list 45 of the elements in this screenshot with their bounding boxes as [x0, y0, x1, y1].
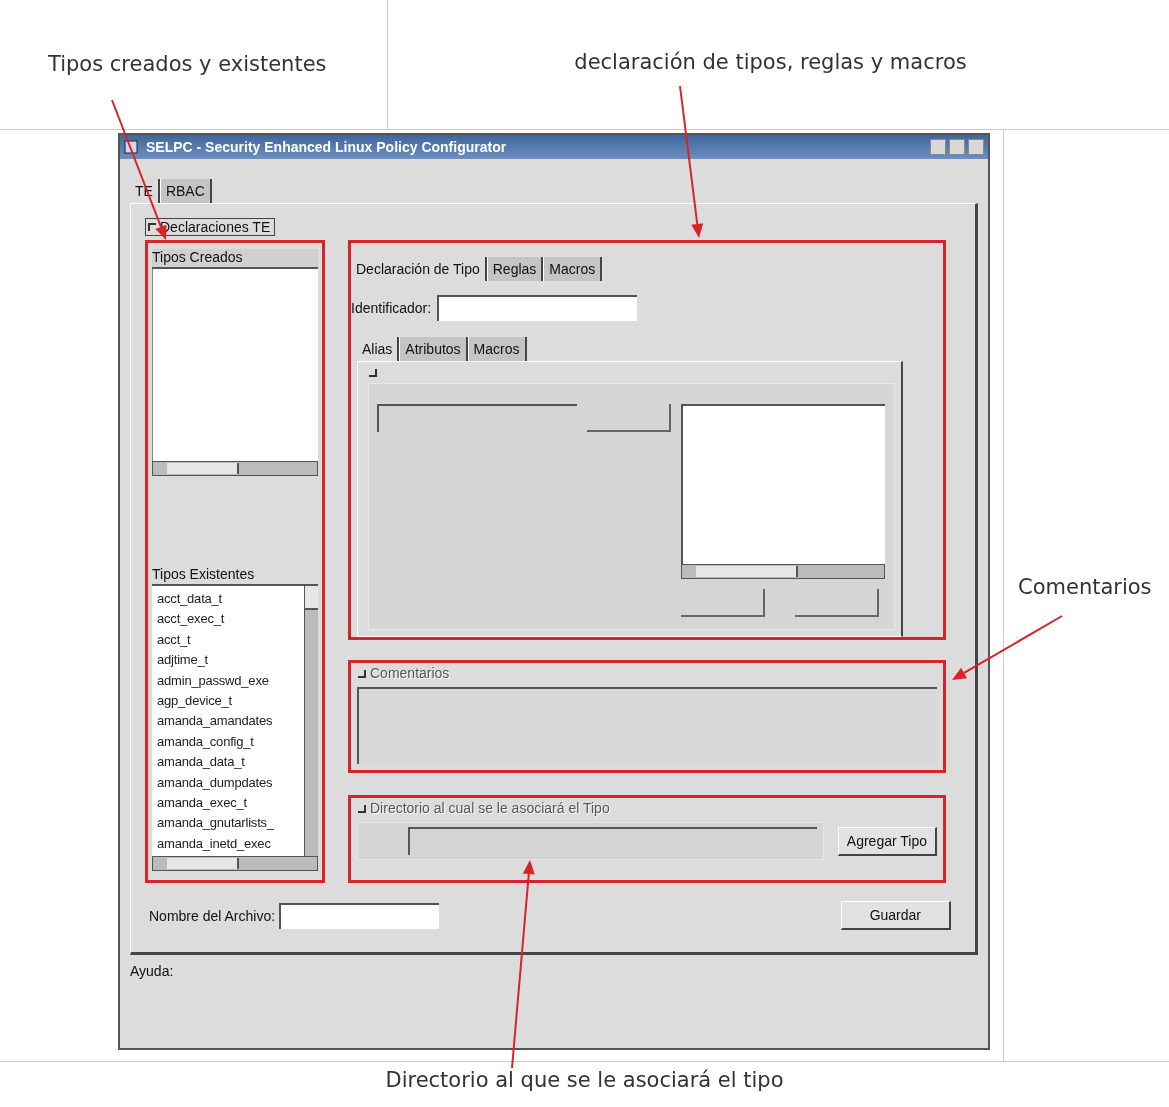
identifier-field[interactable] — [437, 295, 638, 321]
list-item[interactable]: acct_data_t — [157, 589, 304, 610]
list-item[interactable]: amanda_gnutarlists_ — [157, 813, 304, 834]
list-item[interactable]: amanda_config_t — [157, 731, 304, 753]
field-label: Identificador: — [351, 300, 432, 316]
help-label: Ayuda: — [130, 963, 175, 979]
scrollbar[interactable] — [152, 461, 318, 476]
annotation-label: Tipos creados y existentes — [48, 52, 327, 76]
file-name-field[interactable] — [279, 902, 440, 929]
annotation-label: Comentarios — [1018, 575, 1152, 599]
tab[interactable]: Macros — [467, 337, 527, 361]
list-header: Tipos Creados — [152, 249, 318, 269]
frame-toggle-icon[interactable] — [357, 668, 366, 678]
tab[interactable]: Atributos — [399, 337, 468, 361]
frame-toggle-icon[interactable] — [368, 368, 377, 377]
list-item[interactable]: adjtime_t — [157, 650, 304, 671]
list-item[interactable]: amanda_exec_t — [157, 793, 304, 814]
frame-label: Declaraciones TE — [160, 219, 271, 235]
annotation-label: declaración de tipos, reglas y macros — [574, 50, 967, 74]
scrollbar[interactable] — [304, 586, 318, 856]
list-item[interactable]: amanda_dumpdates — [157, 772, 304, 794]
window-title: SELPC - Security Enhanced Linux Policy Configurator — [146, 139, 508, 155]
list-box[interactable] — [681, 404, 885, 564]
tab[interactable]: Macros — [543, 257, 603, 281]
tab[interactable]: Reglas — [486, 257, 544, 281]
list-label: Tipos Existentes — [152, 566, 256, 582]
list-item[interactable]: amanda_inetd_exec — [157, 833, 304, 855]
save-button[interactable]: Guardar — [840, 901, 951, 930]
frame-label: Comentarios — [370, 665, 450, 681]
field-label: Nombre del Archivo: — [149, 907, 276, 924]
list-item[interactable]: acct_t — [157, 629, 304, 651]
frame-toggle-icon[interactable] — [357, 803, 366, 813]
scrollbar[interactable] — [681, 564, 885, 579]
list-item[interactable]: amanda_data_t — [157, 752, 304, 773]
annotation-label: Directorio al que se le asociará el tipo — [385, 1068, 784, 1092]
comment-area[interactable] — [357, 687, 937, 764]
tab[interactable]: RBAC — [159, 179, 212, 203]
scrollbar[interactable] — [152, 856, 318, 871]
list-item[interactable]: amanda_amandates — [157, 711, 304, 732]
list-item[interactable]: acct_exec_t — [157, 609, 304, 630]
list-box[interactable]: acct_data_t acct_exec_t acct_t adjtime_t admin_passwd_exe agp_device_t amanda_amandates amanda_config_t amanda_data_t amanda_dumpdates amanda_exec_t amanda_gnutarlists_ amanda_inetd_exec — [152, 584, 318, 856]
frame-label: Directorio al cual se le asociará el Tipo — [370, 800, 610, 816]
frame-toggle-icon[interactable] — [148, 222, 157, 232]
list-item[interactable]: admin_passwd_exe — [157, 670, 304, 692]
list-item[interactable]: agp_device_t — [157, 691, 304, 712]
